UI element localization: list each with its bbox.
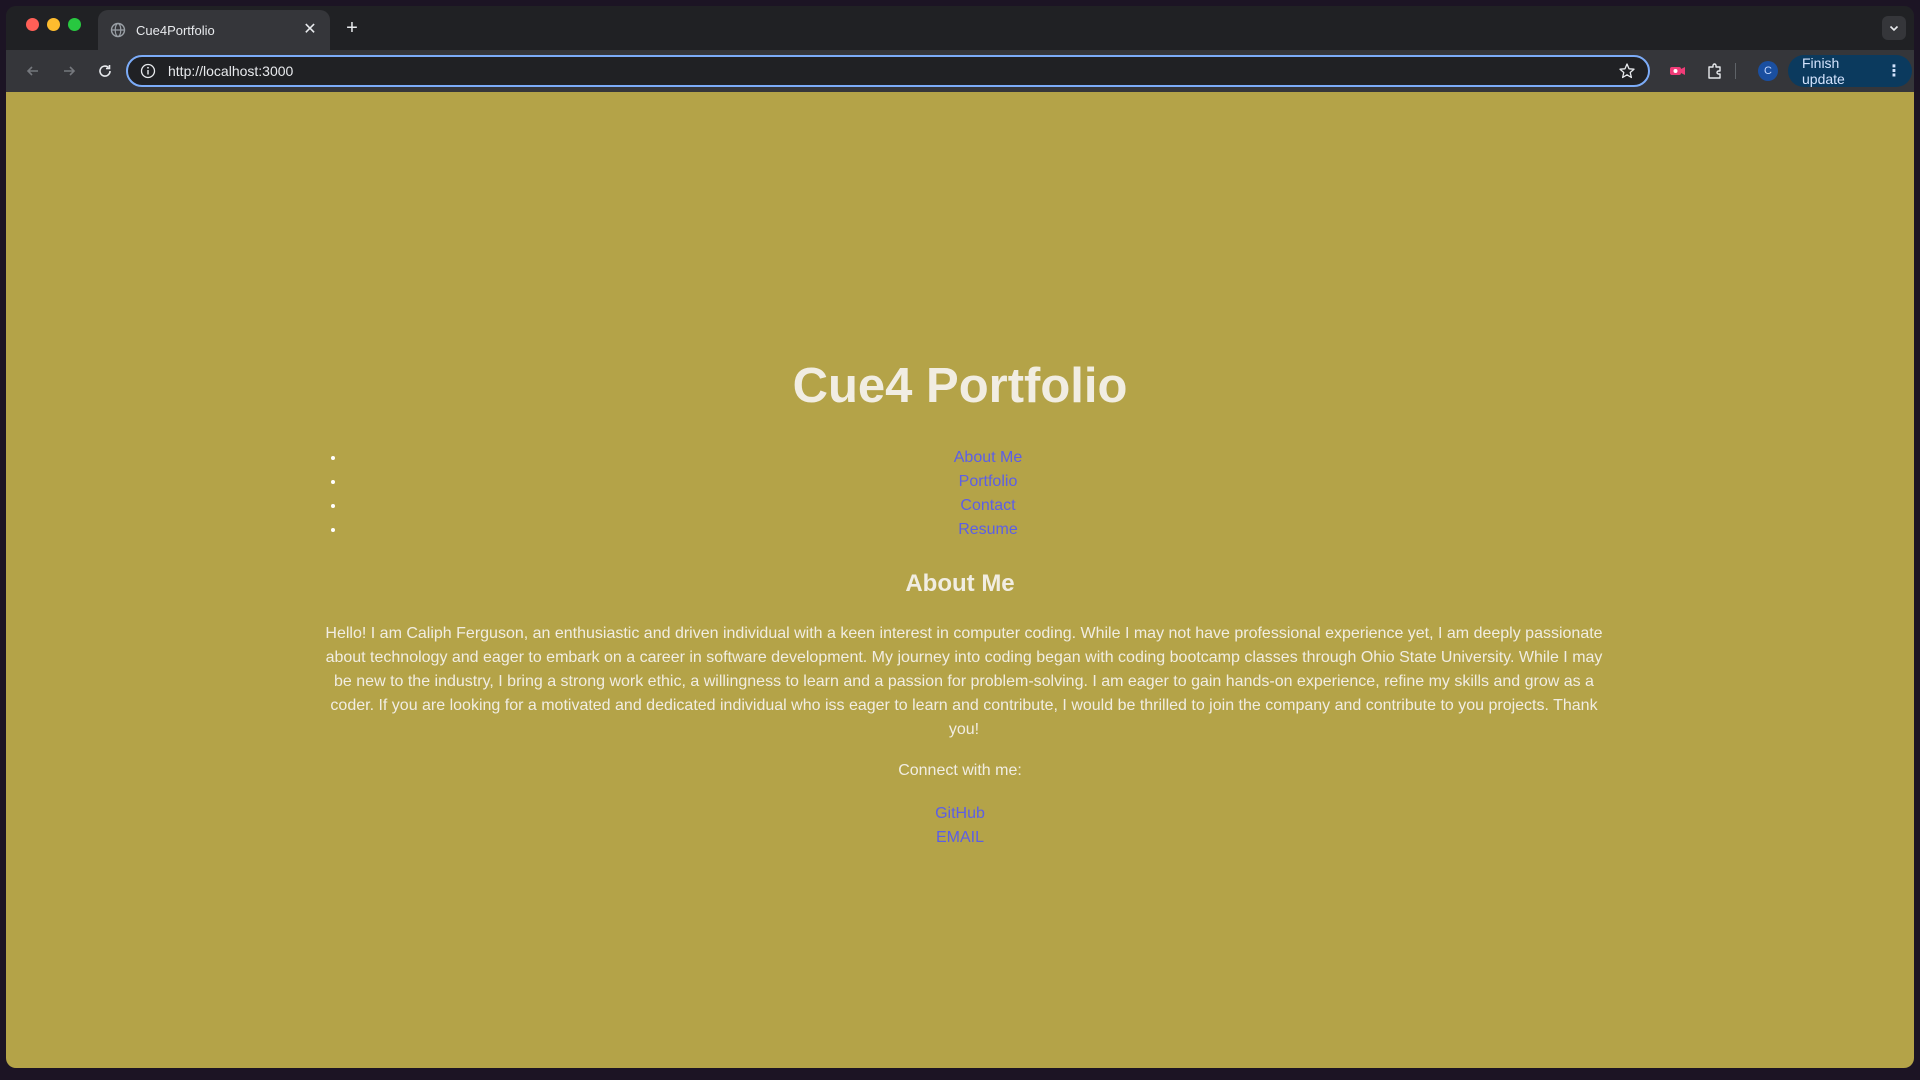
browser-toolbar: http://localhost:3000 C Finish update ⋮	[6, 50, 1914, 92]
address-bar[interactable]: http://localhost:3000	[126, 55, 1650, 87]
arrow-right-icon	[64, 66, 76, 76]
star-icon[interactable]	[1618, 62, 1636, 80]
url-text[interactable]: http://localhost:3000	[168, 63, 1618, 79]
maximize-window-button[interactable]	[68, 18, 81, 31]
tab-title: Cue4Portfolio	[136, 22, 215, 38]
new-tab-button[interactable]: +	[340, 16, 364, 40]
back-button[interactable]	[21, 59, 45, 83]
nav-item-contact: Contact	[346, 494, 1630, 518]
github-link[interactable]: GitHub	[6, 802, 1914, 826]
tab-strip: Cue4Portfolio ✕ +	[6, 6, 1914, 50]
site-title: Cue4 Portfolio	[792, 359, 1128, 413]
more-vertical-icon: ⋮	[1886, 63, 1902, 80]
profile-avatar[interactable]: C	[1758, 61, 1778, 81]
email-link[interactable]: EMAIL	[6, 826, 1914, 850]
globe-icon	[110, 22, 126, 38]
nav-link-about-me[interactable]: About Me	[954, 449, 1022, 466]
puzzle-extensions-icon[interactable]	[1705, 61, 1725, 81]
social-links: GitHub EMAIL	[6, 802, 1914, 850]
about-paragraph: Hello! I am Caliph Ferguson, an enthusia…	[325, 625, 1603, 738]
forward-button[interactable]	[57, 59, 81, 83]
tab-active[interactable]: Cue4Portfolio ✕	[98, 10, 330, 50]
reload-icon	[99, 65, 111, 77]
nav-item-portfolio: Portfolio	[346, 470, 1630, 494]
nav-link-resume[interactable]: Resume	[958, 521, 1018, 538]
window-controls	[26, 18, 81, 31]
extension-record-icon[interactable]	[1667, 61, 1687, 81]
browser-window: Cue4Portfolio ✕ + http://localhost:3000 …	[6, 6, 1914, 1068]
arrow-left-icon	[26, 66, 38, 76]
connect-label: Connect with me:	[898, 762, 1022, 779]
tab-search-button[interactable]	[1882, 16, 1906, 40]
chevron-down-icon	[1889, 25, 1899, 32]
info-icon[interactable]	[140, 63, 156, 79]
nav-item-about: About Me	[346, 446, 1630, 470]
reload-button[interactable]	[93, 59, 117, 83]
finish-update-button[interactable]: Finish update ⋮	[1788, 55, 1912, 87]
about-heading: About Me	[905, 570, 1015, 597]
tab-close-icon[interactable]: ✕	[302, 22, 318, 38]
close-window-button[interactable]	[26, 18, 39, 31]
nav-link-contact[interactable]: Contact	[960, 497, 1015, 514]
nav-link-portfolio[interactable]: Portfolio	[959, 473, 1018, 490]
minimize-window-button[interactable]	[47, 18, 60, 31]
finish-update-label: Finish update	[1802, 55, 1845, 87]
page-viewport: Cue4 Portfolio About Me Portfolio Contac…	[6, 92, 1914, 1068]
site-nav: About Me Portfolio Contact Resume	[322, 446, 1630, 542]
toolbar-divider	[1735, 63, 1736, 79]
nav-item-resume: Resume	[346, 518, 1630, 542]
